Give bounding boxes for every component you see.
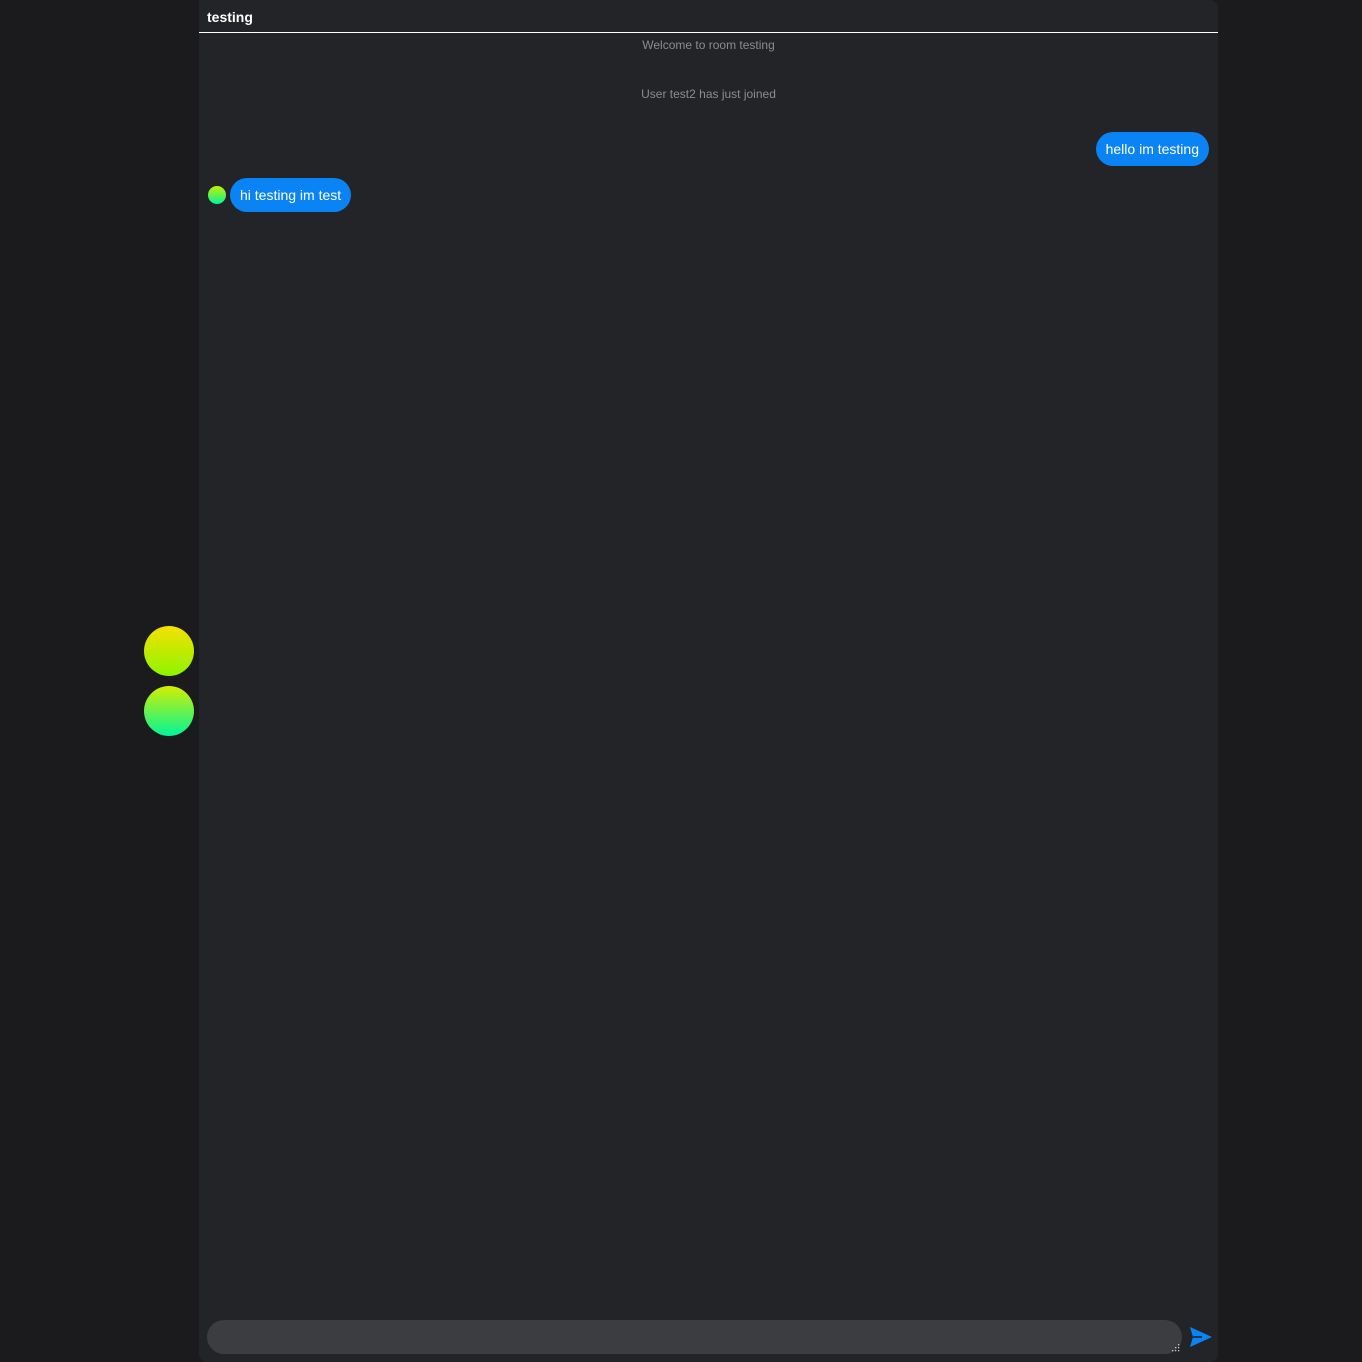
incoming-message-bubble: hi testing im test (230, 178, 352, 212)
chat-window: testing Welcome to room testing User tes… (199, 0, 1218, 1362)
system-message: Welcome to room testing (642, 38, 775, 52)
user-avatar[interactable] (144, 686, 194, 736)
outgoing-message-bubble: hello im testing (1095, 132, 1209, 166)
send-icon[interactable] (1189, 1326, 1213, 1348)
room-title: testing (207, 9, 253, 25)
sender-avatar (208, 186, 226, 204)
message-input[interactable] (207, 1320, 1182, 1354)
resize-grip-icon[interactable] (1171, 1343, 1180, 1352)
user-avatar-rail (144, 626, 194, 746)
system-message: User test2 has just joined (641, 87, 776, 101)
user-avatar[interactable] (144, 626, 194, 676)
chat-header: testing (199, 0, 1218, 33)
